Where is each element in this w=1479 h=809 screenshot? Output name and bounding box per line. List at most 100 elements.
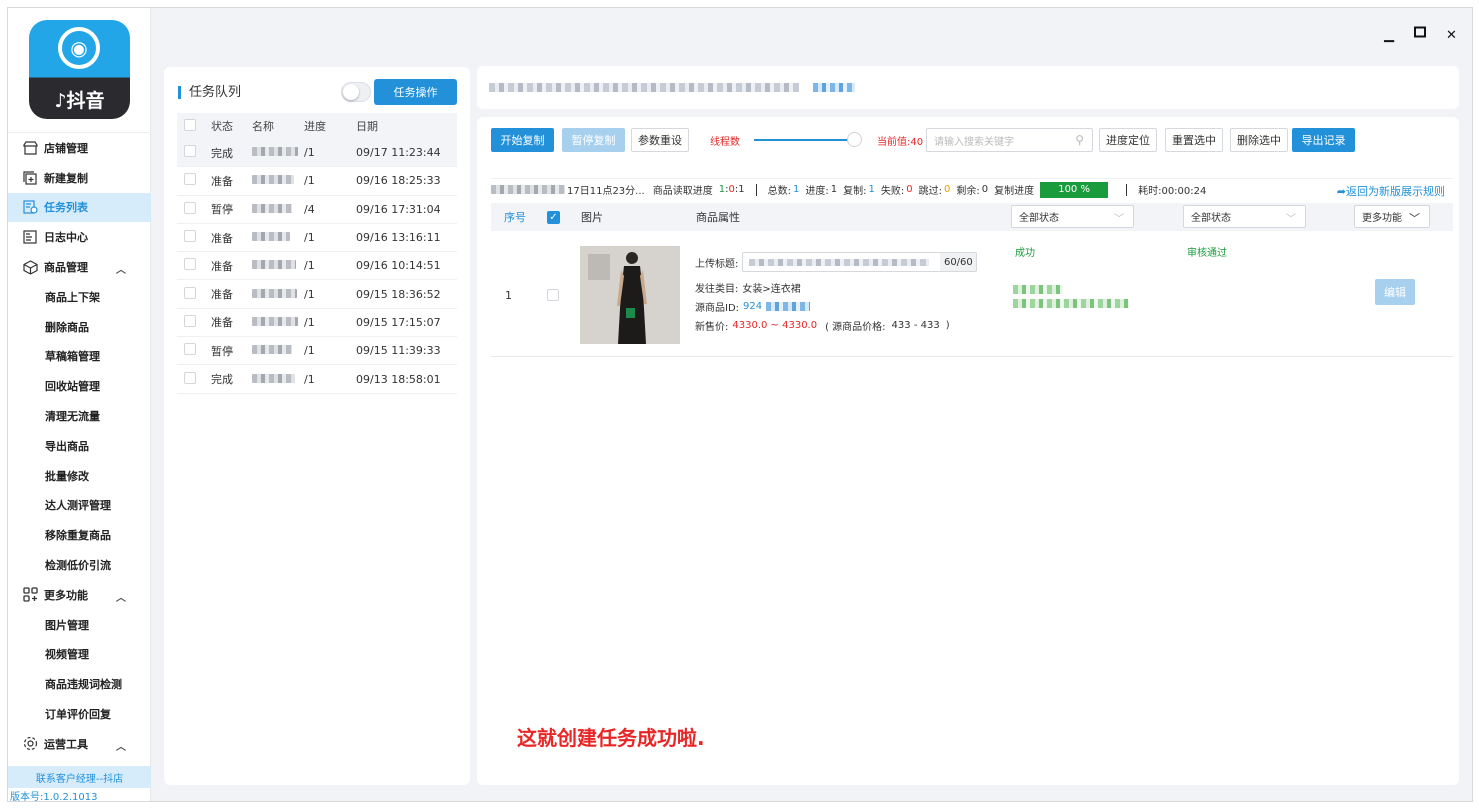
row-checkbox[interactable] [184, 145, 196, 158]
column-index[interactable]: 序号 [504, 209, 526, 225]
task-row[interactable]: 准备/1 09/16 10:14:51 [177, 252, 457, 281]
sidebar-item-violation-check[interactable]: 商品违规词检测 [8, 669, 151, 699]
sidebar-item-remove-duplicates[interactable]: 移除重复商品 [8, 520, 151, 550]
sidebar-item-image-management[interactable]: 图片管理 [8, 610, 151, 640]
row-checkbox[interactable] [184, 371, 196, 384]
task-row[interactable]: 准备/1 09/15 17:15:07 [177, 309, 457, 338]
task-row[interactable]: 准备/1 09/15 18:36:52 [177, 280, 457, 309]
pause-copy-button[interactable]: 暂停复制 [562, 128, 625, 152]
store-icon [22, 140, 38, 156]
total-value: 1 [792, 184, 800, 195]
task-progress: /1 [304, 231, 315, 245]
app-logo: ◉ ♪抖音 [29, 20, 130, 119]
category-value: 女装>连衣裙 [742, 284, 801, 295]
status-filter-dropdown[interactable]: 全部状态 ﹀ [1011, 205, 1134, 228]
row-checkbox[interactable] [547, 289, 559, 301]
divider [1126, 183, 1128, 196]
sidebar-item-recycle-bin[interactable]: 回收站管理 [8, 371, 151, 401]
chevron-up-icon[interactable]: ︿ [116, 738, 126, 753]
minimize-icon[interactable]: ▁ [1384, 28, 1394, 43]
search-input[interactable]: 请输入搜索关键字 ⚲ [926, 128, 1093, 152]
sidebar-item-label: 订单评价回复 [45, 708, 111, 722]
task-row[interactable]: 暂停/4 09/16 17:31:04 [177, 196, 457, 224]
slider-handle[interactable] [847, 132, 862, 147]
select-all-checkbox[interactable] [184, 118, 196, 131]
date-prefix-redacted [491, 185, 565, 194]
sidebar-item-influencer-reviews[interactable]: 达人测评管理 [8, 491, 151, 521]
sidebar-item-more-functions[interactable]: 更多功能 ︿ [8, 580, 151, 610]
sidebar-item-label: 商品违规词检测 [45, 678, 122, 692]
price-label: 新售价: [695, 322, 729, 333]
copy-progress-label: 复制进度 [994, 186, 1035, 197]
sidebar-item-clean-no-traffic[interactable]: 清理无流量 [8, 401, 151, 431]
column-header: 状态 [211, 120, 233, 133]
delete-selected-button[interactable]: 删除选中 [1230, 128, 1288, 152]
return-new-display-link[interactable]: ➦返回为新版展示规则 [1337, 183, 1445, 199]
column-image: 图片 [581, 211, 603, 224]
task-row[interactable]: 暂停/1 09/15 11:39:33 [177, 337, 457, 366]
queue-toggle[interactable] [341, 82, 371, 102]
row-checkbox[interactable] [184, 173, 196, 186]
reset-selected-button[interactable]: 重置选中 [1165, 128, 1223, 152]
task-name-redacted [252, 260, 296, 270]
source-price-label: ( 源商品价格: [825, 322, 886, 333]
remaining-label: 剩余: [956, 186, 980, 197]
threads-slider[interactable] [754, 132, 862, 147]
locate-progress-button[interactable]: 进度定位 [1099, 128, 1157, 152]
chevron-up-icon[interactable]: ︿ [116, 589, 126, 604]
task-date: 09/13 18:58:01 [356, 372, 441, 386]
reset-params-button[interactable]: 参数重设 [631, 128, 689, 152]
price-row: 新售价: 4330.0 ~ 4330.0 ( 源商品价格: 433 - 433) [695, 318, 950, 333]
close-icon[interactable]: ✕ [1446, 28, 1457, 43]
product-row: 1 上传标题: 60/60 发往类目: 女装>连衣裙 源商品ID: 924 新售… [491, 233, 1453, 357]
sidebar-item-drafts[interactable]: 草稿箱管理 [8, 342, 151, 372]
task-row[interactable]: 完成/1 09/17 11:23:44 [177, 139, 457, 168]
task-link-redacted[interactable] [813, 83, 855, 92]
sidebar-item-batch-edit[interactable]: 批量修改 [8, 461, 151, 491]
category-row: 发往类目: 女装>连衣裙 [695, 280, 801, 295]
row-checkbox[interactable] [184, 258, 196, 271]
search-icon[interactable]: ⚲ [1075, 133, 1084, 147]
sidebar-nav: 店铺管理 新建复制 任务列表 日志中心 商品管理 ︿ 商品上下架 删除商品 草稿箱… [8, 132, 151, 759]
task-date: 09/15 17:15:07 [356, 315, 441, 329]
select-all-products-checkbox[interactable]: ✓ [547, 211, 560, 224]
maximize-icon[interactable] [1414, 26, 1426, 42]
export-records-button[interactable]: 导出记录 [1292, 128, 1355, 152]
chevron-up-icon[interactable]: ︿ [116, 261, 126, 276]
sidebar-item-task-list[interactable]: 任务列表 [8, 192, 151, 223]
source-id-value[interactable]: 924 [743, 301, 762, 312]
sidebar-item-label: 商品上下架 [45, 290, 100, 304]
sidebar-item-new-copy[interactable]: 新建复制 [8, 163, 151, 193]
task-row[interactable]: 完成/1 09/13 18:58:01 [177, 365, 457, 394]
sidebar-item-delete-products[interactable]: 删除商品 [8, 312, 151, 342]
sidebar-item-video-management[interactable]: 视频管理 [8, 640, 151, 670]
sidebar-item-low-price-check[interactable]: 检测低价引流 [8, 550, 151, 580]
sidebar-item-product-management[interactable]: 商品管理 ︿ [8, 252, 151, 282]
status-bar: 17日11点23分... 商品读取进度 1 : 0 : 1 总数: 1 进度: 1 … [491, 178, 1453, 200]
sidebar-item-listing[interactable]: 商品上下架 [8, 282, 151, 312]
contact-manager-link[interactable]: 联系客户经理--抖店 [8, 766, 151, 788]
start-copy-button[interactable]: 开始复制 [491, 128, 554, 152]
task-row[interactable]: 准备/1 09/16 13:16:11 [177, 224, 457, 253]
sidebar-item-stores[interactable]: 店铺管理 [8, 133, 151, 163]
upload-title-input[interactable]: 60/60 [742, 252, 978, 272]
sidebar-item-log-center[interactable]: 日志中心 [8, 222, 151, 252]
review-filter-dropdown[interactable]: 全部状态 ﹀ [1183, 205, 1306, 228]
row-checkbox[interactable] [184, 314, 196, 327]
task-actions-button[interactable]: 任务操作 [374, 79, 457, 105]
sidebar-item-review-reply[interactable]: 订单评价回复 [8, 699, 151, 729]
cube-icon [22, 259, 38, 275]
sidebar-item-label: 批量修改 [45, 469, 89, 483]
edit-button[interactable]: 编辑 [1375, 279, 1415, 305]
task-name-redacted [252, 203, 292, 213]
row-checkbox[interactable] [184, 201, 196, 214]
more-functions-dropdown[interactable]: 更多功能 ﹀ [1354, 205, 1430, 228]
task-row[interactable]: 准备/1 09/16 18:25:33 [177, 167, 457, 196]
row-checkbox[interactable] [184, 286, 196, 299]
product-image[interactable] [580, 246, 680, 344]
sidebar-item-export-products[interactable]: 导出商品 [8, 431, 151, 461]
sidebar-item-ops-tools[interactable]: 运营工具 ︿ [8, 729, 151, 759]
row-checkbox[interactable] [184, 343, 196, 356]
row-checkbox[interactable] [184, 230, 196, 243]
sidebar-item-label: 移除重复商品 [45, 529, 111, 543]
